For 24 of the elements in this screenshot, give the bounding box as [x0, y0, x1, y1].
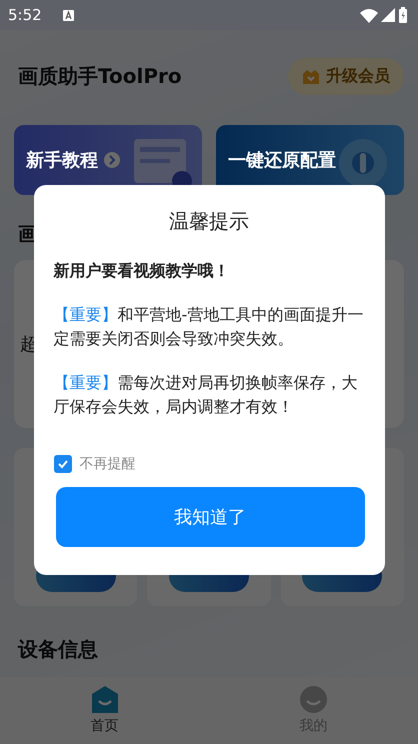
checkbox-label: 不再提醒 [80, 455, 136, 473]
status-time: 5:52 [8, 6, 42, 24]
notification-icon [62, 10, 74, 20]
dialog-text: 新用户要看视频教学哦！ [54, 260, 230, 282]
smiley-icon [300, 686, 327, 713]
wifi-icon [360, 8, 378, 22]
app-title: 画质助手ToolPro [18, 63, 182, 90]
checkbox[interactable] [54, 455, 72, 473]
card-title: 一键还原配置 [228, 149, 336, 172]
dialog-paragraph: 【重要】需每次进对局再切换帧率保存，大厅保存会失效，局内调整才有效！ [54, 372, 358, 418]
chevron-icon [104, 152, 120, 168]
section-title: 设备信息 [18, 636, 99, 663]
home-icon [92, 686, 118, 713]
confirm-button[interactable]: 我知道了 [56, 487, 364, 547]
signal-icon [381, 8, 395, 22]
card-title: 新手教程 [26, 149, 98, 172]
nav-tab[interactable]: 首页 [0, 677, 209, 744]
dialog-paragraph: 【重要】和平营地-营地工具中的画面提升一定需要关闭否则会导致冲突失效。 [54, 304, 364, 350]
crown-icon [302, 68, 320, 85]
upgrade-button[interactable]: 升级会员 [288, 58, 404, 95]
battery-icon [398, 7, 408, 23]
dont-remind-checkbox[interactable]: 不再提醒 [54, 455, 136, 473]
dialog-title: 温馨提示 [168, 208, 250, 235]
check-icon [56, 458, 68, 470]
